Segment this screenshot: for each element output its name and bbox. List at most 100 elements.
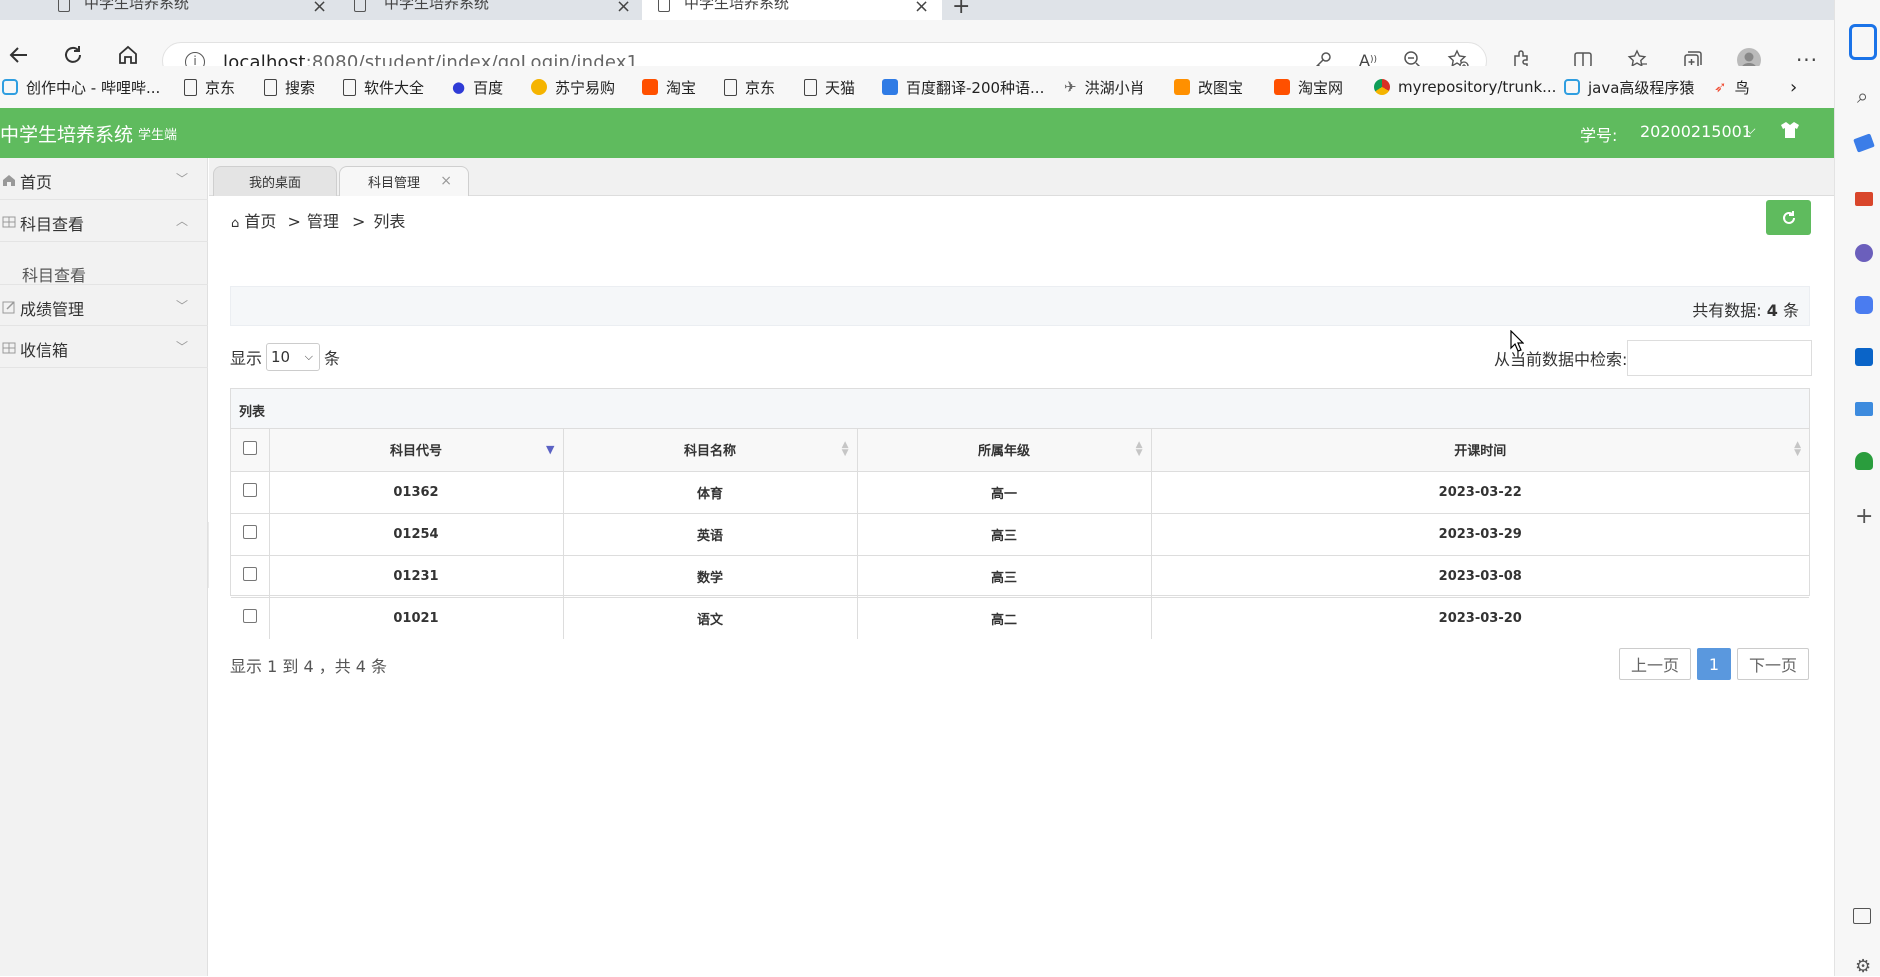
chevron-down-icon: ﹀ xyxy=(176,172,189,186)
sidebar-item-subjects[interactable]: 科目查看 ︿ xyxy=(0,200,208,242)
send-icon[interactable] xyxy=(1855,402,1873,416)
cell-name: 英语 xyxy=(562,512,858,556)
row-checkbox[interactable] xyxy=(242,525,257,539)
search-icon[interactable]: ⌕ xyxy=(1857,84,1868,108)
cell-start-date: 2023-03-29 xyxy=(1150,512,1809,556)
column-label: 科目代号 xyxy=(389,444,442,460)
chevron-down-icon[interactable]: ⌵ xyxy=(1745,122,1756,138)
office-icon[interactable] xyxy=(1855,296,1873,314)
bookmark-item[interactable]: 创作中心 - 哔哩哔... xyxy=(2,76,160,98)
bird-icon: ✈ xyxy=(1064,78,1077,96)
bookmark-item[interactable]: 百度翻译-200种语... xyxy=(882,76,1044,98)
prev-page-button[interactable]: 上一页 xyxy=(1619,648,1691,680)
sort-icon: ▲ ▼ xyxy=(1794,440,1801,458)
bookmark-item[interactable]: java高级程序猿 xyxy=(1564,76,1694,98)
tab-subject-management[interactable]: 科目管理 × xyxy=(339,166,469,196)
tag-icon[interactable] xyxy=(1853,133,1875,153)
outlook-icon[interactable] xyxy=(1855,348,1873,366)
total-count: 共有数据: 4 条 xyxy=(1692,297,1799,321)
bookmark-item[interactable]: 天猫 xyxy=(804,76,855,98)
row-checkbox[interactable] xyxy=(242,483,257,497)
bookmark-item[interactable]: myrepository/trunk... xyxy=(1374,76,1556,98)
add-icon[interactable]: + xyxy=(1855,504,1873,529)
column-header-start-date[interactable]: 开课时间 ▲ ▼ xyxy=(1150,429,1809,472)
bookmark-item[interactable]: 京东 xyxy=(724,76,775,98)
browser-tab-bar: 中学生培养系统 × 中学生培养系统 × 中学生培养系统 × + xyxy=(0,0,1880,20)
settings-icon[interactable]: ⚙ xyxy=(1855,956,1871,977)
bookmark-label: 淘宝网 xyxy=(1298,78,1344,97)
shirt-icon[interactable] xyxy=(1780,121,1800,143)
row-checkbox[interactable] xyxy=(242,609,257,624)
browser-tab-title: 中学生培养系统 xyxy=(384,0,490,12)
bookmark-item[interactable]: 软件大全 xyxy=(343,76,424,98)
bookmark-item[interactable]: 京东 xyxy=(184,76,235,98)
browser-tab-title: 中学生培养系统 xyxy=(684,0,790,12)
gaitubao-icon xyxy=(1174,79,1190,95)
breadcrumb-list: 列表 xyxy=(373,212,406,231)
chevron-right-icon[interactable]: › xyxy=(1790,76,1797,98)
bookmark-item[interactable]: 淘宝 xyxy=(642,76,696,98)
total-count-bar: 共有数据: 4 条 xyxy=(230,286,1810,326)
edge-sidebar: ⌕ + ⚙ xyxy=(1834,0,1880,977)
breadcrumb-home[interactable]: 首页 xyxy=(244,212,276,231)
bookmark-label: 百度 xyxy=(473,78,504,97)
page-length-suffix: 条 xyxy=(324,349,341,368)
bookmark-item[interactable]: ➶ 鸟 xyxy=(1714,76,1750,98)
page-icon xyxy=(354,0,366,12)
page-1-button[interactable]: 1 xyxy=(1697,648,1731,680)
sidebar-item-grades[interactable]: 成绩管理 ﹀ xyxy=(0,284,208,326)
sidebar-item-home[interactable]: 首页 ﹀ xyxy=(0,158,208,200)
column-header-grade[interactable]: 所属年级 ▲ ▼ xyxy=(856,429,1152,472)
browser-tab[interactable]: 中学生培养系统 × xyxy=(0,0,340,20)
search-input[interactable] xyxy=(1627,340,1813,376)
bookmark-item[interactable]: ● 百度 xyxy=(452,76,503,98)
bookmark-item[interactable]: 苏宁易购 xyxy=(531,76,615,98)
browser-tab[interactable]: 中学生培养系统 × xyxy=(340,0,640,20)
browser-tab-active[interactable]: 中学生培养系统 × xyxy=(642,0,942,20)
page-length-select[interactable]: 10 ⌵ xyxy=(266,343,321,371)
page-icon xyxy=(658,0,670,12)
bookmark-item[interactable]: 改图宝 xyxy=(1174,76,1243,98)
games-icon[interactable] xyxy=(1855,244,1873,262)
bookmark-label: 搜索 xyxy=(285,78,316,97)
close-icon[interactable]: × xyxy=(440,173,452,189)
table-row: 01362 体育 高一 2023-03-22 xyxy=(231,470,1809,514)
refresh-button[interactable] xyxy=(1766,200,1811,235)
bookmark-label: 京东 xyxy=(745,78,776,97)
row-checkbox-cell xyxy=(231,596,270,639)
bookmark-label: 天猫 xyxy=(825,78,856,97)
column-header-name[interactable]: 科目名称 ▲ ▼ xyxy=(562,429,858,472)
bookmark-item[interactable]: 搜索 xyxy=(264,76,315,98)
cell-grade: 高三 xyxy=(856,554,1152,598)
user-id-dropdown[interactable]: 20200215001 xyxy=(1640,122,1752,141)
bookmark-item[interactable]: ✈ 洪湖小肖 xyxy=(1064,76,1145,98)
toolbox-icon[interactable] xyxy=(1855,192,1873,206)
close-tab-icon[interactable]: × xyxy=(914,0,929,17)
row-checkbox-cell xyxy=(231,512,270,556)
sidebar-toggle-icon[interactable] xyxy=(1853,908,1871,924)
select-all-checkbox[interactable] xyxy=(242,440,257,455)
submenu-item-subjects[interactable]: 科目查看 xyxy=(22,262,86,286)
bing-icon[interactable] xyxy=(1849,24,1877,60)
home-icon xyxy=(2,172,16,186)
tree-icon[interactable] xyxy=(1855,452,1873,470)
tab-label: 科目管理 xyxy=(367,176,420,191)
bookmark-label: 苏宁易购 xyxy=(555,78,616,97)
row-checkbox[interactable] xyxy=(242,567,257,581)
next-page-button[interactable]: 下一页 xyxy=(1737,648,1809,680)
tab-desktop[interactable]: 我的桌面 xyxy=(213,166,337,196)
close-tab-icon[interactable]: × xyxy=(616,0,631,17)
home-icon: ⌂ xyxy=(231,216,240,231)
cell-code: 01231 xyxy=(268,554,564,598)
new-tab-icon[interactable]: + xyxy=(952,0,970,19)
close-tab-icon[interactable]: × xyxy=(312,0,327,17)
bookmark-label: 百度翻译-200种语... xyxy=(906,78,1045,97)
cell-grade: 高三 xyxy=(856,512,1152,556)
bookmark-item[interactable]: 淘宝网 xyxy=(1274,76,1343,98)
grid-icon xyxy=(2,214,16,228)
column-header-code[interactable]: 科目代号 ▼ xyxy=(268,429,564,472)
document-icon xyxy=(184,78,197,96)
sidebar-item-inbox[interactable]: 收信箱 ﹀ xyxy=(0,326,208,368)
user-id-label: 学号: xyxy=(1580,126,1618,145)
page-length: 显示 10 ⌵ 条 xyxy=(230,343,340,371)
